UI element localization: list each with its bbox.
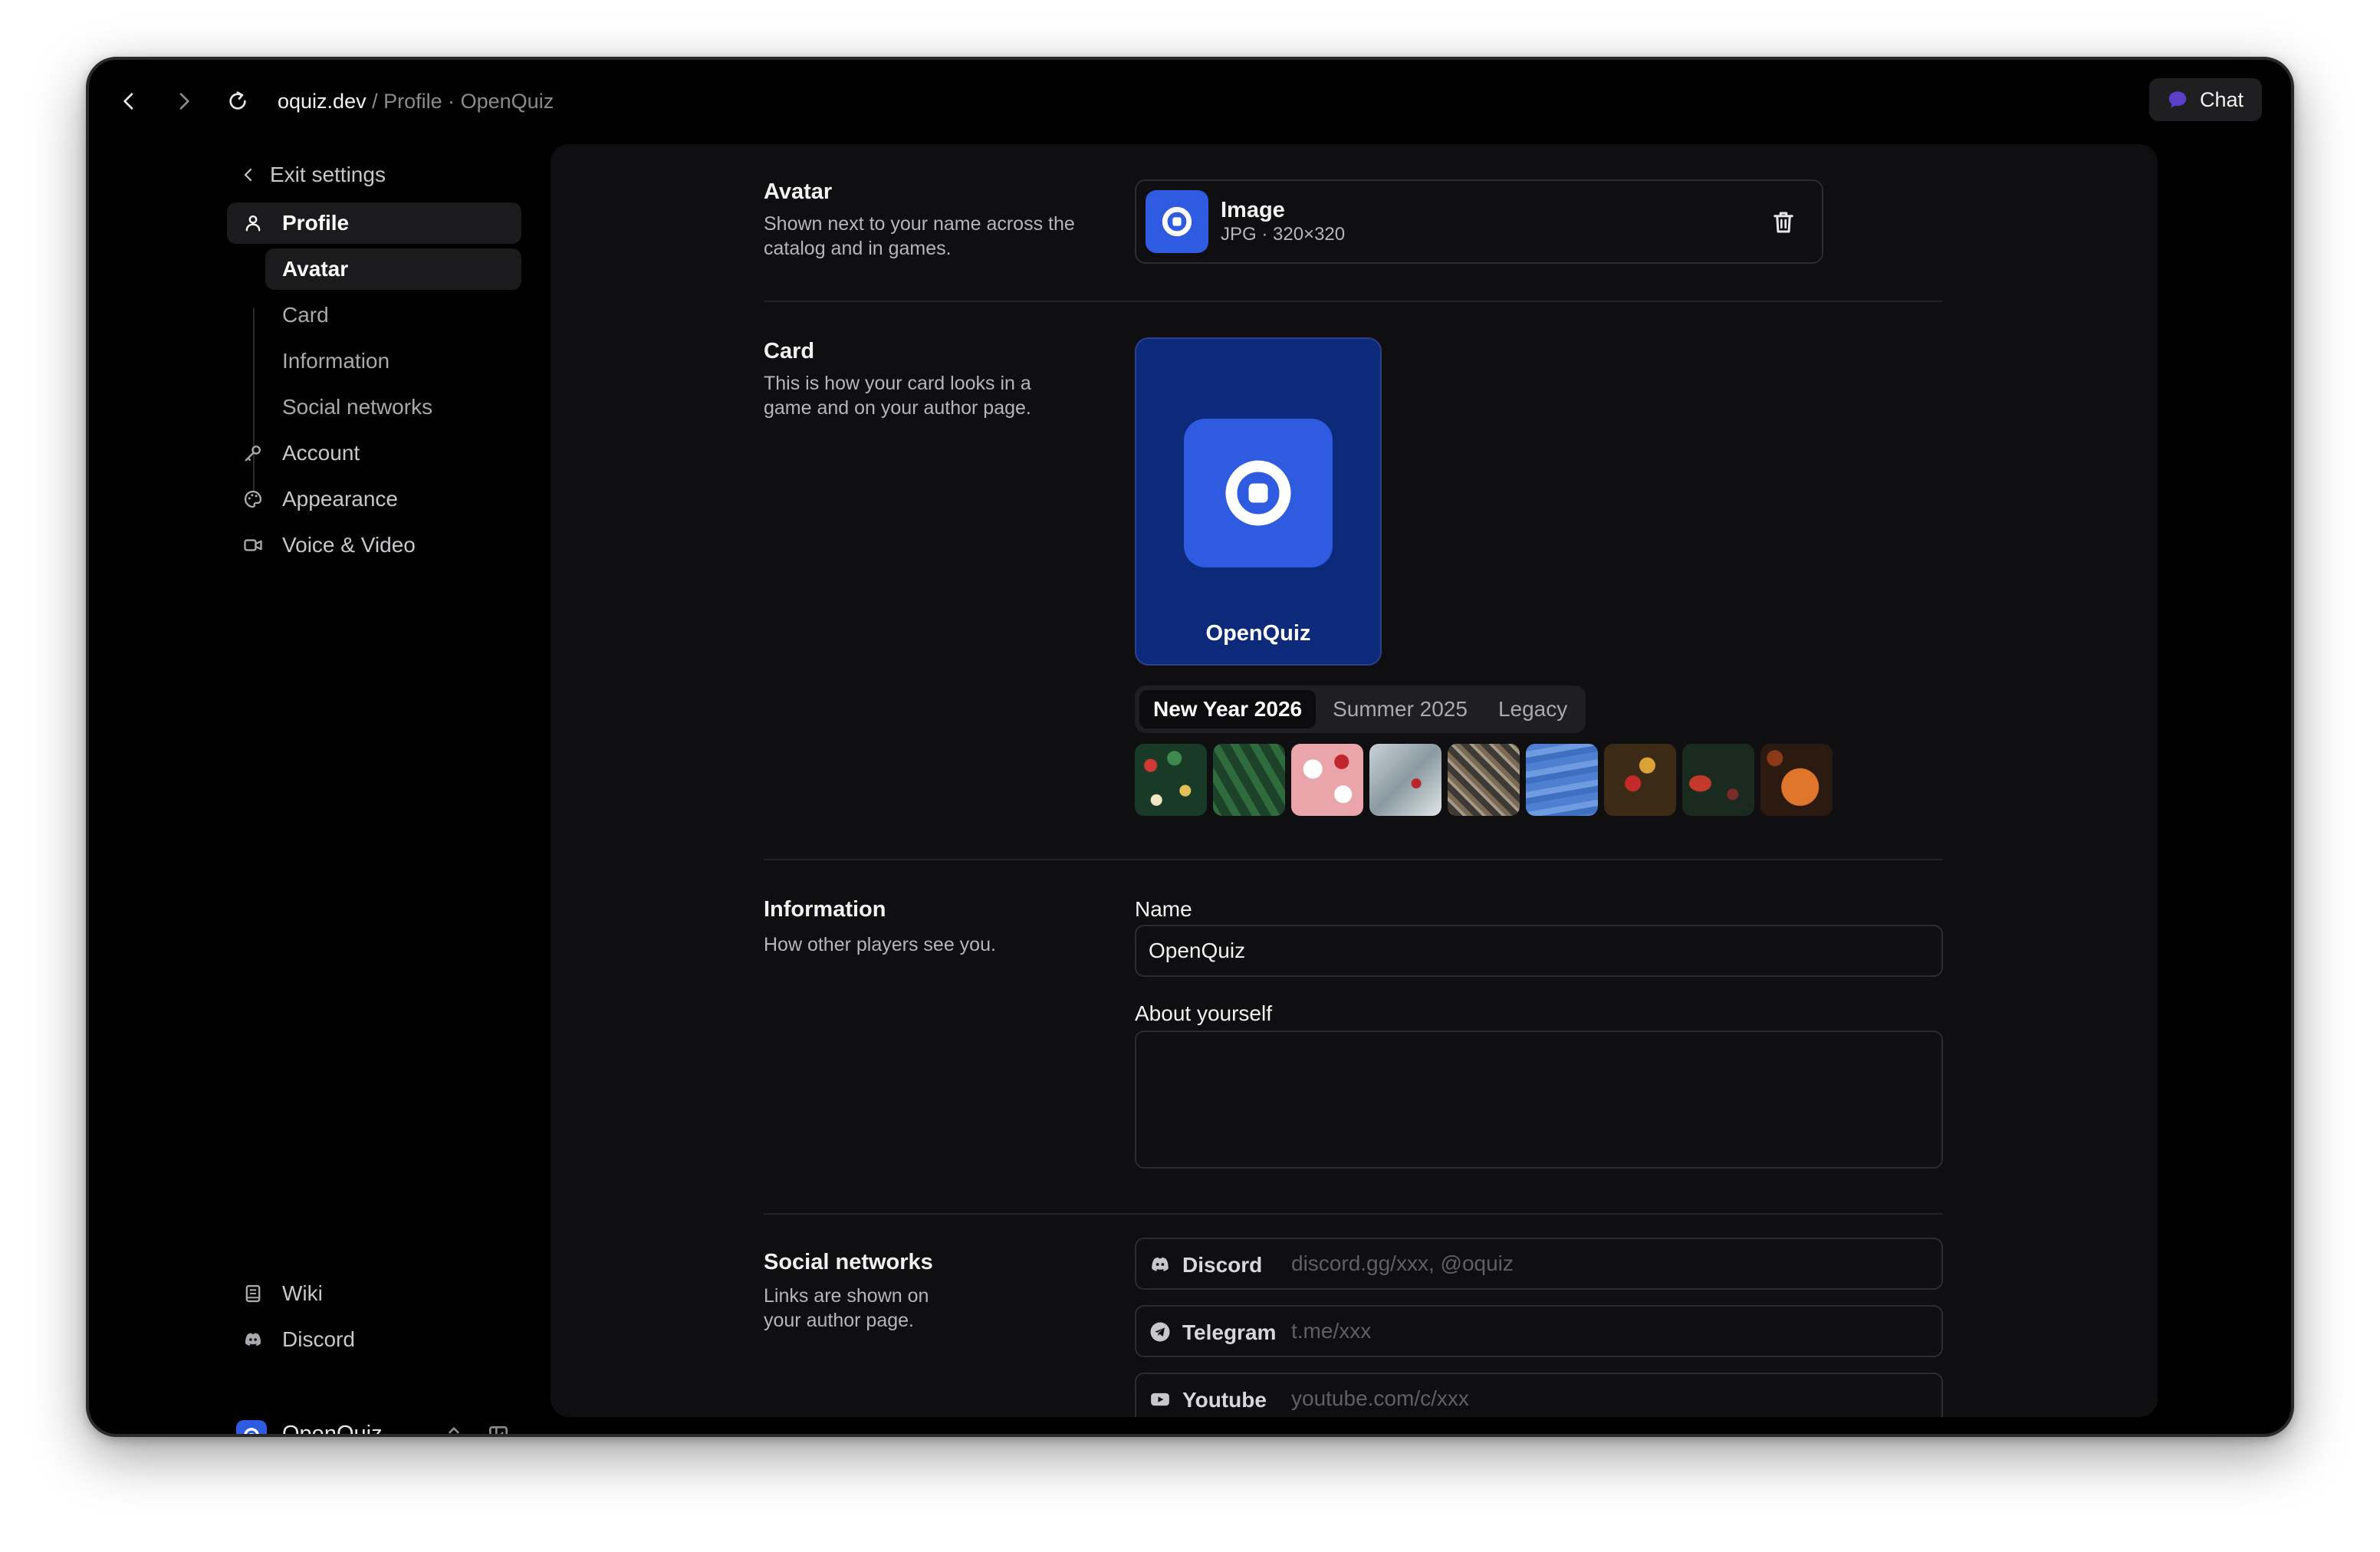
avatar-file-meta: JPG · 320×320 [1221,224,1346,245]
section-description-information: How other players see you. [764,934,996,955]
sidebar-item-profile[interactable]: Profile [227,202,521,244]
trash-icon[interactable] [1770,209,1797,236]
exit-settings-label: Exit settings [270,163,386,186]
sidebar-item-voice-video[interactable]: Voice & Video [227,524,521,566]
social-field-discord: Discord [1135,1238,1943,1290]
section-title-information: Information [764,897,886,922]
sidebar-subitem-card[interactable]: Card [265,294,521,336]
palette-icon [242,488,264,510]
card-background-swatch[interactable] [1604,744,1676,816]
about-field-label: About yourself [1135,1001,1272,1025]
user-icon [242,212,264,234]
chat-label: Chat [2199,87,2244,111]
openquiz-logo-icon [1225,460,1291,526]
card-logo [1184,419,1333,567]
key-icon [242,442,264,464]
sidebar-item-appearance[interactable]: Appearance [227,478,521,520]
chevron-left-icon [123,93,133,110]
discord-icon [242,1329,264,1350]
avatar [236,1420,267,1434]
card-background-swatch[interactable] [1682,744,1754,816]
openquiz-logo-icon [1162,206,1192,237]
sidebar-toggle-icon[interactable] [486,1423,511,1437]
tab-new-year-2026[interactable]: New Year 2026 [1139,690,1317,728]
card-background-swatch[interactable] [1760,744,1833,816]
tab-summer-2025[interactable]: Summer 2025 [1319,690,1481,728]
social-field-telegram: Telegram [1135,1305,1943,1357]
sidebar-item-account[interactable]: Account [227,432,521,474]
sidebar-item-label: Voice & Video [282,533,416,557]
url-path: / Profile · OpenQuiz [366,90,554,113]
settings-sidebar: Exit settings Profile Avatar Card Inform… [89,144,551,1434]
about-yourself-textarea[interactable] [1135,1031,1943,1169]
card-background-swatch[interactable] [1135,744,1207,816]
social-field-youtube: Youtube [1135,1373,1943,1417]
chat-bubble-icon [2168,91,2187,108]
chat-button[interactable]: Chat [2148,78,2262,121]
card-theme-tabs: New Year 2026 Summer 2025 Legacy [1135,686,1586,733]
name-field-label: Name [1135,897,1192,921]
sidebar-subitem-social-networks[interactable]: Social networks [265,386,521,428]
discord-input[interactable] [1290,1245,1926,1282]
avatar-thumbnail [1146,190,1208,253]
url-domain: oquiz.dev [278,90,367,113]
discord-icon [1152,1257,1169,1271]
sidebar-link-wiki[interactable]: Wiki [227,1273,521,1314]
card-background-swatch[interactable] [1291,744,1363,816]
card-background-swatch[interactable] [1526,744,1598,816]
card-background-swatch[interactable] [1213,744,1285,816]
exit-settings-link[interactable]: Exit settings [239,158,386,192]
telegram-input[interactable] [1290,1313,1926,1350]
sidebar-subitem-information[interactable]: Information [265,340,521,382]
section-divider [764,859,1943,860]
tab-legacy[interactable]: Legacy [1484,690,1581,728]
account-name: OpenQuiz [282,1422,383,1437]
section-divider [764,1213,1943,1215]
openquiz-logo-icon [244,1428,259,1434]
section-description-avatar: Shown next to your name across the catal… [764,213,1075,259]
book-icon [242,1283,264,1304]
avatar-file-name: Image [1221,198,1285,222]
card-player-name: OpenQuiz [1205,621,1311,646]
sidebar-item-label: Profile [282,211,350,235]
name-input[interactable] [1135,925,1943,977]
sidebar-link-label: Wiki [282,1281,323,1305]
sidebar-subitem-avatar[interactable]: Avatar [265,248,521,290]
chevron-right-icon [179,93,189,110]
sidebar-item-label: Appearance [282,487,399,511]
section-title-avatar: Avatar [764,179,833,204]
chevron-up-down-icon[interactable] [442,1423,466,1437]
social-label: Telegram [1182,1320,1277,1344]
youtube-icon [1151,1393,1169,1406]
settings-content: Avatar Shown next to your name across th… [551,144,2158,1417]
section-title-card: Card [764,339,815,363]
chevron-left-icon [244,168,252,182]
app-window: oquiz.dev / Profile · OpenQuiz Chat Exit… [86,57,2294,1437]
telegram-icon [1150,1322,1170,1342]
forward-button[interactable] [166,83,202,120]
browser-toolbar: oquiz.dev / Profile · OpenQuiz Chat [89,60,2291,144]
card-preview: OpenQuiz [1135,337,1382,666]
social-label: Discord [1182,1253,1263,1277]
avatar-file-card: Image JPG · 320×320 [1135,179,1823,264]
youtube-input[interactable] [1290,1380,1926,1417]
card-background-swatch[interactable] [1369,744,1441,816]
sidebar-item-label: Account [282,441,360,465]
section-description-social-networks: Links are shown on your author page. [764,1285,929,1331]
section-divider [764,301,1943,302]
card-background-swatch[interactable] [1448,744,1520,816]
back-button[interactable] [110,83,147,120]
sidebar-link-label: Discord [282,1327,355,1351]
account-switcher[interactable]: OpenQuiz [227,1412,521,1437]
reload-icon [229,91,246,110]
video-camera-icon [242,534,264,556]
section-title-social-networks: Social networks [764,1250,933,1274]
address-bar[interactable]: oquiz.dev / Profile · OpenQuiz [278,84,554,118]
section-description-card: This is how your card looks in a game an… [764,373,1031,419]
reload-button[interactable] [219,83,256,120]
sidebar-link-discord[interactable]: Discord [227,1319,521,1360]
social-label: Youtube [1182,1388,1267,1412]
